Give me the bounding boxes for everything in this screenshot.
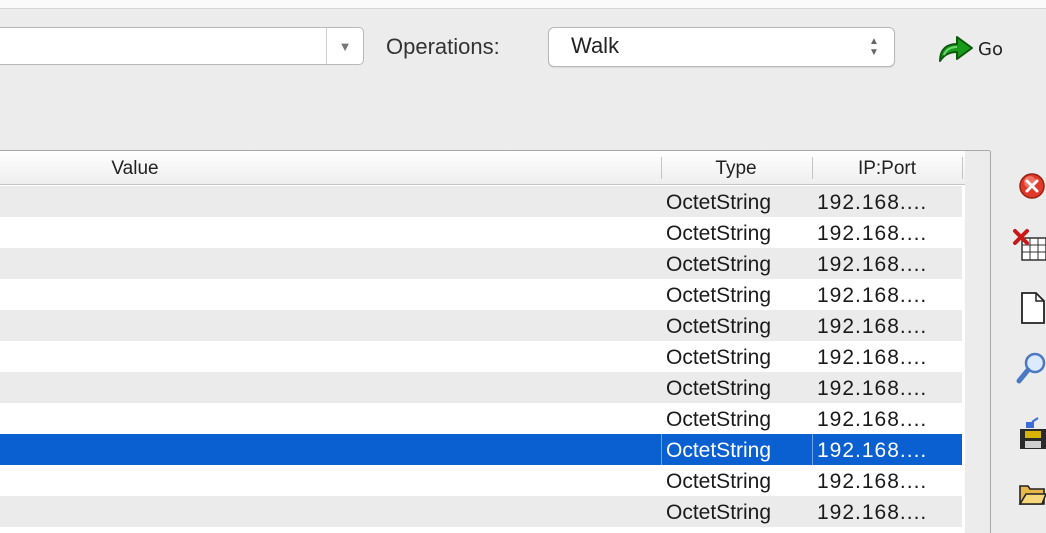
- open-folder-icon[interactable]: [1012, 474, 1046, 510]
- cell-ip-port: 192.168....: [817, 191, 928, 214]
- table-row[interactable]: OctetString 192.168....: [0, 403, 965, 434]
- go-label: Go: [978, 38, 1003, 60]
- cell-ip-port: 192.168....: [817, 346, 928, 369]
- cell-type: OctetString: [666, 501, 772, 524]
- new-document-icon[interactable]: [1012, 290, 1046, 326]
- table-row[interactable]: OctetString 192.168....: [0, 372, 965, 403]
- cell-type: OctetString: [666, 470, 772, 493]
- table-row[interactable]: OctetString 192.168....: [0, 465, 965, 496]
- window-top-strip: [0, 0, 1046, 8]
- column-divider: [962, 157, 963, 179]
- cell-ip-port: 192.168....: [817, 284, 928, 307]
- table-row[interactable]: OctetString 192.168....: [0, 341, 965, 372]
- cell-ip-port: 192.168....: [817, 408, 928, 431]
- find-icon[interactable]: [1012, 350, 1046, 386]
- column-header-type[interactable]: Type: [662, 151, 810, 185]
- cell-type: OctetString: [666, 253, 772, 276]
- table-row[interactable]: OctetString 192.168....: [0, 217, 965, 248]
- go-arrow-icon: [939, 36, 973, 62]
- results-table[interactable]: Value Type IP:Port OctetString 192.168...…: [0, 151, 965, 533]
- table-edge: [962, 185, 965, 533]
- combo-arrow-icon[interactable]: ▼: [326, 28, 363, 64]
- operations-select[interactable]: Walk ▲ ▼: [548, 27, 895, 67]
- cell-type: OctetString: [666, 408, 772, 431]
- cell-type: OctetString: [666, 377, 772, 400]
- cell-type: OctetString: [666, 284, 772, 307]
- cell-ip-port: 192.168....: [817, 377, 928, 400]
- oid-combobox[interactable]: ▼: [0, 27, 364, 65]
- column-header-ip-port[interactable]: IP:Port: [813, 151, 961, 185]
- operations-label: Operations:: [386, 34, 500, 59]
- table-row[interactable]: OctetString 192.168....: [0, 434, 965, 465]
- cell-type: OctetString: [666, 191, 772, 214]
- stop-icon[interactable]: [1012, 168, 1046, 204]
- table-row[interactable]: OctetString 192.168....: [0, 279, 965, 310]
- cell-ip-port: 192.168....: [817, 501, 928, 524]
- cell-type: OctetString: [666, 222, 772, 245]
- table-row[interactable]: OctetString 192.168....: [0, 496, 965, 527]
- go-button[interactable]: Go: [936, 30, 1036, 68]
- table-row[interactable]: OctetString 192.168....: [0, 186, 965, 217]
- table-row[interactable]: OctetString 192.168....: [0, 310, 965, 341]
- delete-table-icon[interactable]: [1012, 228, 1046, 264]
- cell-ip-port: 192.168....: [817, 470, 928, 493]
- table-header: Value Type IP:Port: [0, 151, 965, 185]
- selection-divider: [812, 434, 813, 465]
- column-header-value[interactable]: Value: [0, 151, 270, 185]
- table-row[interactable]: OctetString 192.168....: [0, 248, 965, 279]
- save-icon[interactable]: [1012, 416, 1046, 452]
- operations-select-value: Walk: [571, 33, 620, 58]
- cell-type: OctetString: [666, 346, 772, 369]
- cell-ip-port: 192.168....: [817, 222, 928, 245]
- select-stepper-icon: ▲ ▼: [869, 36, 879, 58]
- cell-type: OctetString: [666, 315, 772, 338]
- cell-ip-port: 192.168....: [817, 315, 928, 338]
- cell-ip-port: 192.168....: [817, 439, 928, 462]
- cell-type: OctetString: [666, 439, 772, 462]
- cell-ip-port: 192.168....: [817, 253, 928, 276]
- divider: [0, 8, 1046, 9]
- selection-divider: [661, 434, 662, 465]
